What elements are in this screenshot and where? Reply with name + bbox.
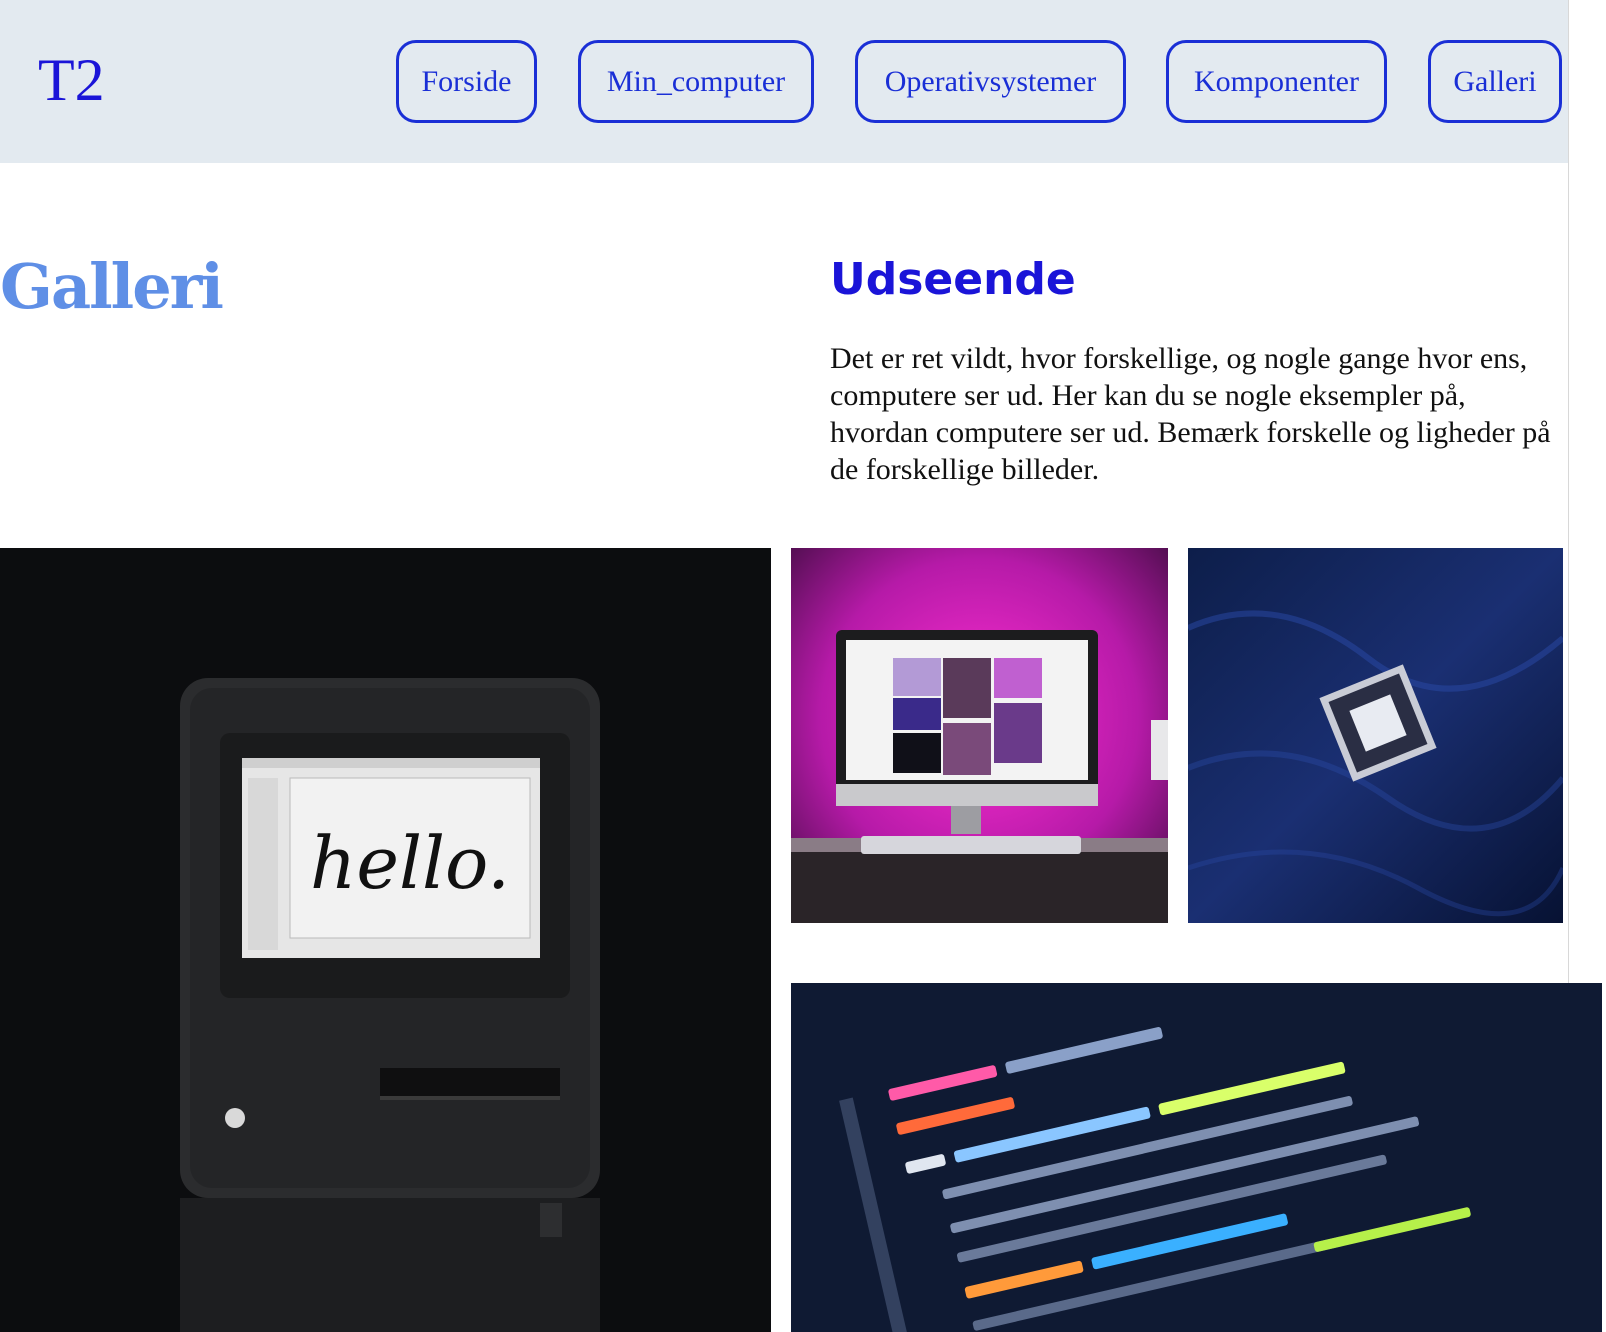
site-header: T2 Forside Min_computer Operativsystemer… <box>0 0 1568 163</box>
imac-pink-light-photo <box>791 548 1168 923</box>
nav-galleri-button[interactable]: Galleri <box>1428 40 1562 123</box>
section-title: Udseende <box>830 254 1076 305</box>
code-screen-photo <box>791 983 1602 1332</box>
cpu-chip-photo <box>1188 548 1563 923</box>
macintosh-screen-text: hello. <box>310 821 510 905</box>
nav-min-computer-button[interactable]: Min_computer <box>578 40 814 123</box>
site-logo[interactable]: T2 <box>38 40 105 120</box>
nav-forside-button[interactable]: Forside <box>396 40 537 123</box>
vintage-macintosh-photo: hello. <box>0 548 771 1332</box>
nav-operativsystemer-button[interactable]: Operativsystemer <box>855 40 1126 123</box>
section-intro-text: Det er ret vildt, hvor forskellige, og n… <box>830 342 1551 486</box>
page-title: Galleri <box>0 250 224 323</box>
nav-komponenter-button[interactable]: Komponenter <box>1166 40 1387 123</box>
